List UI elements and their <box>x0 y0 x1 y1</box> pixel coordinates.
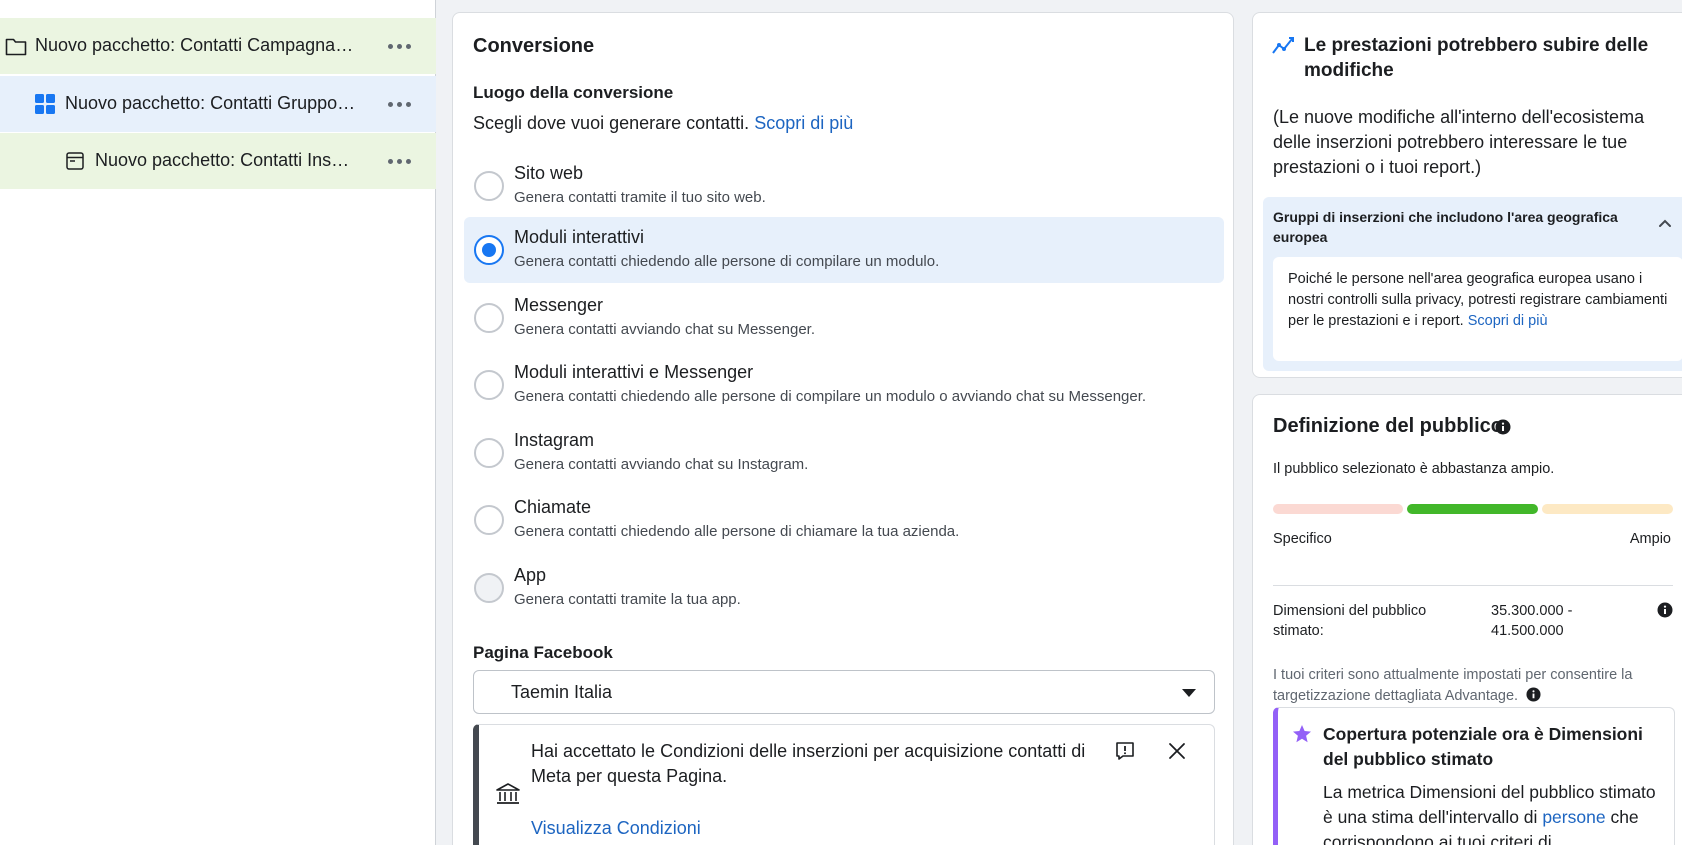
audience-title: Definizione del pubblico <box>1273 415 1503 437</box>
meter-segment-broad <box>1542 504 1673 514</box>
option-desc: Genera contatti avviando chat su Instagr… <box>514 456 809 473</box>
close-icon[interactable] <box>1165 739 1189 763</box>
option-instant-forms[interactable]: Moduli interattivi Genera contatti chied… <box>464 217 1224 283</box>
terms-notice-text: Hai accettato le Condizioni delle inserz… <box>531 741 1086 786</box>
terms-notice: Hai accettato le Condizioni delle inserz… <box>473 724 1215 845</box>
option-title: Sito web <box>514 163 584 183</box>
radio-button[interactable] <box>474 235 504 265</box>
radio-button[interactable] <box>474 171 504 201</box>
meter-segment-middle <box>1407 504 1538 514</box>
meter-label-broad: Ampio <box>1629 531 1671 547</box>
option-title: Instagram <box>514 430 595 450</box>
meter-segment-specific <box>1273 504 1403 514</box>
more-options-icon[interactable] <box>382 147 416 175</box>
option-messenger[interactable]: Messenger Genera contatti avviando chat … <box>464 285 1224 351</box>
option-desc: Genera contatti tramite il tuo sito web. <box>514 189 766 206</box>
conversion-title: Conversione <box>473 35 595 57</box>
europe-accordion-title: Gruppi di inserzioni che includono l'are… <box>1273 209 1618 245</box>
advantage-criteria: I tuoi criteri sono attualmente impostat… <box>1273 665 1678 707</box>
audience-size-value: 35.300.000 - 41.500.000 <box>1491 603 1573 639</box>
tree-item-campaign[interactable]: Nuovo pacchetto: Contatti Campagna c... <box>0 18 436 74</box>
reach-notice-body: La metrica Dimensioni del pubblico stima… <box>1323 780 1663 845</box>
europe-accordion-text: Poiché le persone nell'area geografica e… <box>1288 269 1668 332</box>
people-link[interactable]: persone <box>1542 807 1605 827</box>
divider <box>1273 585 1673 586</box>
option-title: Chiamate <box>514 497 592 517</box>
conversion-location-desc-text: Scegli dove vuoi generare contatti. <box>473 113 750 133</box>
star-icon <box>1293 725 1311 743</box>
more-options-icon[interactable] <box>382 32 416 60</box>
option-title: Moduli interattivi <box>514 227 645 247</box>
feedback-icon[interactable] <box>1113 739 1137 763</box>
conversion-card: Conversione Luogo della conversione Sceg… <box>452 12 1234 845</box>
advantage-criteria-text: I tuoi criteri sono attualmente impostat… <box>1273 667 1633 704</box>
reach-notice-title: Copertura potenziale ora è Dimensioni de… <box>1323 724 1643 769</box>
facebook-page-value: Taemin Italia <box>511 682 613 702</box>
campaign-tree: Nuovo pacchetto: Contatti Campagna c... … <box>0 0 436 845</box>
option-desc: Genera contatti chiedendo alle persone d… <box>514 253 940 270</box>
tree-item-adset-label: Nuovo pacchetto: Contatti Gruppo d... <box>65 93 357 113</box>
audience-meter <box>1273 504 1673 514</box>
facebook-page-select[interactable]: Taemin Italia <box>473 670 1215 714</box>
tree-item-ad-label: Nuovo pacchetto: Contatti Inser... <box>95 150 357 170</box>
option-title: App <box>514 565 547 585</box>
option-calls[interactable]: Chiamate Genera contatti chiedendo alle … <box>464 487 1224 553</box>
tree-item-adset[interactable]: Nuovo pacchetto: Contatti Gruppo d... <box>0 76 436 132</box>
performance-title: Le prestazioni potrebbero subire delle m… <box>1304 35 1649 81</box>
reach-notice: Copertura potenziale ora è Dimensioni de… <box>1273 707 1675 845</box>
radio-button <box>474 573 504 603</box>
reach-notice-body-text: La metrica Dimensioni del pubblico stima… <box>1323 782 1656 827</box>
option-desc: Genera contatti avviando chat su Messeng… <box>514 321 816 338</box>
option-desc: Genera contatti chiedendo alle persone d… <box>514 388 1147 405</box>
option-instagram[interactable]: Instagram Genera contatti avviando chat … <box>464 420 1224 486</box>
option-desc: Genera contatti tramite la tua app. <box>514 591 741 608</box>
audience-size-label: Dimensioni del pubblico stimato: <box>1273 603 1427 639</box>
audience-status: Il pubblico selezionato è abbastanza amp… <box>1273 461 1555 477</box>
conversion-location-label: Luogo della conversione <box>473 83 674 102</box>
europe-accordion[interactable]: Gruppi di inserzioni che includono l'are… <box>1263 197 1682 371</box>
radio-button[interactable] <box>474 303 504 333</box>
radio-button[interactable] <box>474 505 504 535</box>
learn-more-link[interactable]: Scopri di più <box>1468 313 1548 329</box>
trend-icon <box>1272 37 1294 54</box>
view-terms-link[interactable]: Visualizza Condizioni <box>531 818 701 839</box>
folder-icon <box>5 38 27 56</box>
option-title: Messenger <box>514 295 604 315</box>
performance-card: Le prestazioni potrebbero subire delle m… <box>1252 12 1682 378</box>
info-icon[interactable] <box>1495 419 1511 435</box>
radio-button[interactable] <box>474 438 504 468</box>
option-website[interactable]: Sito web Genera contatti tramite il tuo … <box>464 153 1224 219</box>
facebook-page-label: Pagina Facebook <box>473 643 613 662</box>
meter-label-specific: Specifico <box>1273 531 1332 547</box>
option-app: App Genera contatti tramite la tua app. <box>464 555 1224 621</box>
option-forms-and-messenger[interactable]: Moduli interattivi e Messenger Genera co… <box>464 352 1224 418</box>
info-icon[interactable] <box>1526 687 1541 702</box>
caret-down-icon <box>1182 689 1196 697</box>
tree-item-ad[interactable]: Nuovo pacchetto: Contatti Inser... <box>0 133 436 189</box>
chevron-up-icon[interactable] <box>1657 217 1673 229</box>
grid-icon <box>35 94 55 114</box>
option-desc: Genera contatti chiedendo alle persone d… <box>514 523 960 540</box>
audience-card: Definizione del pubblico Il pubblico sel… <box>1252 394 1682 845</box>
europe-accordion-body: Poiché le persone nell'area geografica e… <box>1273 257 1682 361</box>
option-title: Moduli interattivi e Messenger <box>514 362 754 382</box>
conversion-location-desc: Scegli dove vuoi generare contatti. Scop… <box>473 113 853 134</box>
tree-item-campaign-label: Nuovo pacchetto: Contatti Campagna c... <box>35 35 357 55</box>
learn-more-link[interactable]: Scopri di più <box>754 113 853 133</box>
bank-icon <box>496 783 520 804</box>
ad-icon <box>66 152 84 170</box>
info-icon[interactable] <box>1657 602 1673 618</box>
radio-button[interactable] <box>474 370 504 400</box>
more-options-icon[interactable] <box>382 90 416 118</box>
performance-body: (Le nuove modifiche all'interno dell'eco… <box>1273 107 1645 177</box>
